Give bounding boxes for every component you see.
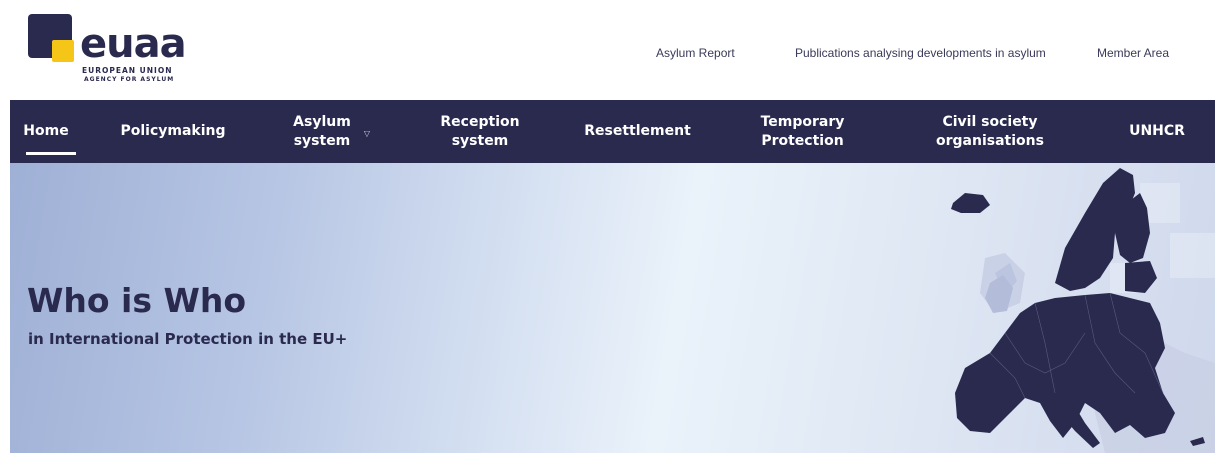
nav-policymaking-label: Policymaking — [120, 123, 226, 139]
logo-subtitle-line2: AGENCY FOR ASYLUM — [84, 76, 175, 83]
active-indicator — [26, 152, 76, 155]
nav-temporary-label-2: Protection — [761, 132, 844, 149]
nav-item-resettlement[interactable]: Resettlement — [584, 100, 691, 163]
nav-asylum-label-2: system — [293, 132, 351, 149]
logo-wordmark: euaa — [80, 21, 187, 67]
hero-banner: Who is Who in International Protection i… — [10, 163, 1215, 453]
nav-item-asylum-system[interactable]: Asylum system ▽ — [292, 100, 370, 163]
site-header: euaa EUROPEAN UNION AGENCY FOR ASYLUM As… — [0, 0, 1215, 100]
asylum-report-link[interactable]: Asylum Report — [656, 46, 735, 60]
nav-item-temporary-protection[interactable]: Temporary Protection — [755, 100, 850, 163]
logo-mark — [28, 14, 78, 64]
nav-temporary-label-1: Temporary — [760, 113, 845, 130]
europe-map — [951, 168, 1215, 453]
publications-link[interactable]: Publications analysing developments in a… — [795, 46, 1046, 60]
nav-home-label: Home — [23, 123, 69, 139]
nav-resettlement-label: Resettlement — [584, 123, 691, 139]
nav-unhcr-label: UNHCR — [1129, 123, 1185, 139]
nav-item-reception-system[interactable]: Reception system — [440, 100, 520, 163]
member-area-link[interactable]: Member Area — [1097, 46, 1169, 60]
nav-civil-label-2: organisations — [936, 132, 1044, 149]
nav-reception-label-1: Reception — [440, 113, 520, 130]
nav-reception-label-2: system — [451, 132, 509, 149]
nav-item-unhcr[interactable]: UNHCR — [1129, 100, 1185, 163]
chevron-down-icon[interactable]: ▽ — [364, 124, 370, 143]
nav-item-policymaking[interactable]: Policymaking — [120, 100, 225, 163]
nav-item-home[interactable]: Home — [23, 100, 76, 163]
euaa-logo[interactable]: euaa EUROPEAN UNION AGENCY FOR ASYLUM — [28, 14, 208, 94]
nav-asylum-label-1: Asylum — [293, 113, 351, 130]
nav-civil-label-1: Civil society — [942, 113, 1038, 130]
logo-subtitle-line1: EUROPEAN UNION — [82, 66, 173, 75]
page-subtitle: in International Protection in the EU+ — [28, 330, 348, 348]
main-navigation: Home Policymaking Asylum system ▽ Recept… — [10, 100, 1215, 163]
nav-item-civil-society[interactable]: Civil society organisations — [935, 100, 1045, 163]
page-title: Who is Who — [27, 281, 247, 320]
